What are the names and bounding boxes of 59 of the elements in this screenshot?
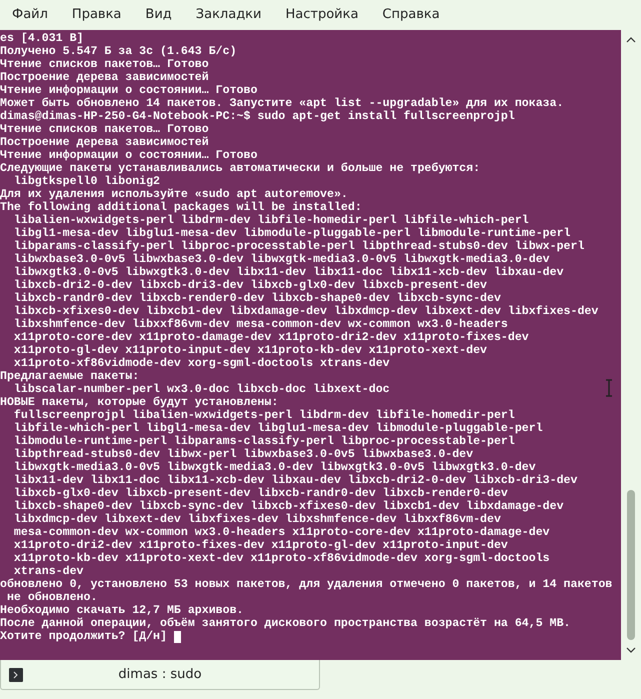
menu-item[interactable]: Вид xyxy=(133,1,184,29)
terminal-line: Предлагаемые пакеты: xyxy=(0,370,140,383)
terminal-line: обновлено 0, установлено 53 новых пакетов, для удаления отмечено 0 пакетов, и 14 пакетов xyxy=(0,578,612,591)
terminal-line: dimas@dimas-HP-250-G4-Notebook-PC:~$ sudo apt-get install fullscreenprojpl xyxy=(0,110,515,123)
terminal-line: x11proto-xf86vidmode-dev xorg-sgml-doctools xtrans-dev xyxy=(12,357,390,370)
menu-item[interactable]: Файл xyxy=(0,1,60,29)
terminal-line: libwxbase3.0-0v5 libwxbase3.0-dev libwxgtk-media3.0-0v5 libwxgtk-media3.0-dev xyxy=(12,253,550,266)
terminal-line: libxcb-dri2-0-dev libxcb-dri3-dev libxcb-glx0-dev libxcb-present-dev xyxy=(12,279,488,292)
terminal-line: Хотите продолжить? [Д/н] xyxy=(0,630,167,643)
terminal-line: xtrans-dev xyxy=(12,565,84,578)
terminal-tab[interactable]: dimas : sudo xyxy=(0,660,320,690)
terminal-line: libx11-dev libx11-doc libx11-xcb-dev libxau-dev libxcb-dri2-0-dev libxcb-dri3-dev xyxy=(12,474,578,487)
terminal-icon xyxy=(9,668,23,682)
terminal-line: Может быть обновлено 14 пакетов. Запустите «apt list --upgradable» для их показа. xyxy=(0,97,564,110)
menu-item[interactable]: Настройка xyxy=(273,1,370,29)
terminal-line: Чтение информации о состоянии… Готово xyxy=(0,84,258,97)
terminal-line: mesa-common-dev wx-common wx3.0-headers x11proto-core-dev x11proto-damage-dev xyxy=(12,526,550,539)
terminal-line: НОВЫЕ пакеты, которые будут установлены: xyxy=(0,396,278,409)
terminal-line: libxcb-randr0-dev libxcb-render0-dev libxcb-shape0-dev libxcb-sync-dev xyxy=(12,292,501,305)
scrollbar-thumb[interactable] xyxy=(627,490,635,640)
terminal-line: libxshmfence-dev libxxf86vm-dev mesa-common-dev wx-common wx3.0-headers xyxy=(12,318,508,331)
terminal-line: libgl1-mesa-dev libglu1-mesa-dev libmodule-pluggable-perl libmodule-runtime-perl xyxy=(12,227,571,240)
terminal-line: libmodule-runtime-perl libparams-classify-perl libproc-processtable-perl xyxy=(12,435,515,448)
terminal-line: libwxgtk3.0-0v5 libwxgtk3.0-dev libx11-dev libx11-doc libx11-xcb-dev libxau-dev xyxy=(12,266,564,279)
terminal-line: Необходимо скачать 12,7 МБ архивов. xyxy=(0,604,244,617)
terminal-line: x11proto-gl-dev x11proto-input-dev x11proto-kb-dev x11proto-xext-dev xyxy=(12,344,488,357)
terminal-line: не обновлено. xyxy=(6,591,98,604)
scroll-down-icon[interactable] xyxy=(626,647,636,653)
scroll-up-icon[interactable] xyxy=(626,37,636,43)
terminal-line: Чтение информации о состоянии… Готово xyxy=(0,149,258,162)
menu-item[interactable]: Справка xyxy=(370,1,452,29)
text-cursor-icon xyxy=(604,379,614,397)
terminal-line: libparams-classify-perl libproc-processtable-perl libpthread-stubs0-dev libwx-perl xyxy=(12,240,584,253)
terminal-line: libxcb-shape0-dev libxcb-sync-dev libxcb-xfixes0-dev libxcb1-dev libxdamage-dev xyxy=(12,500,564,513)
terminal-line: Чтение списков пакетов… Готово xyxy=(0,58,209,71)
terminal-line: После данной операции, объём занятого дискового пространства возрастёт на 64,5 MB. xyxy=(0,617,571,630)
terminal-line: libxcb-xfixes0-dev libxcb1-dev libxdamage-dev libxdmcp-dev libxext-dev libxfixes-dev xyxy=(12,305,598,318)
terminal-line: es [4.031 B] xyxy=(0,32,84,45)
terminal-line: fullscreenprojpl libalien-wxwidgets-perl libdrm-dev libfile-homedir-perl xyxy=(12,409,515,422)
menu-item[interactable]: Правка xyxy=(60,1,134,29)
terminal-line: Для их удаления используйте «sudo apt autoremove». xyxy=(0,188,348,201)
terminal-line: x11proto-core-dev x11proto-damage-dev x11proto-dri2-dev x11proto-fixes-dev xyxy=(12,331,529,344)
terminal-line: Получено 5.547 Б за 3с (1.643 Б/с) xyxy=(0,45,237,58)
terminal-line: Чтение списков пакетов… Готово xyxy=(0,123,209,136)
terminal-line: libalien-wxwidgets-perl libdrm-dev libfile-homedir-perl libfile-which-perl xyxy=(12,214,529,227)
terminal-line: libpthread-stubs0-dev libwx-perl libwxbase3.0-0v5 libwxbase3.0-dev xyxy=(12,448,474,461)
terminal-line: Построение дерева зависимостей xyxy=(0,136,209,149)
terminal-line: libxdmcp-dev libxext-dev libxfixes-dev libxshmfence-dev libxxf86vm-dev xyxy=(12,513,501,526)
terminal-line: The following additional packages will be installed: xyxy=(0,201,362,214)
terminal-line: Следующие пакеты устанавливались автоматически и больше не требуются: xyxy=(0,162,480,175)
terminal-line: libgtkspell0 libonig2 xyxy=(12,175,160,188)
terminal-line: Построение дерева зависимостей xyxy=(0,71,209,84)
terminal-line: libxcb-glx0-dev libxcb-present-dev libxcb-randr0-dev libxcb-render0-dev xyxy=(12,487,508,500)
terminal-line: libwxgtk-media3.0-0v5 libwxgtk-media3.0-dev libwxgtk3.0-0v5 libwxgtk3.0-dev xyxy=(12,461,536,474)
terminal-line: libscalar-number-perl wx3.0-doc libxcb-doc libxext-doc xyxy=(12,383,390,396)
terminal-line: x11proto-dri2-dev x11proto-fixes-dev x11proto-gl-dev x11proto-input-dev xyxy=(12,539,508,552)
terminal-line: libfile-which-perl libgl1-mesa-dev libglu1-mesa-dev libmodule-pluggable-perl xyxy=(12,422,543,435)
terminal-line: x11proto-kb-dev x11proto-xext-dev x11proto-xf86vidmode-dev xorg-sgml-doctools xyxy=(12,552,550,565)
menu-item[interactable]: Закладки xyxy=(184,1,274,29)
